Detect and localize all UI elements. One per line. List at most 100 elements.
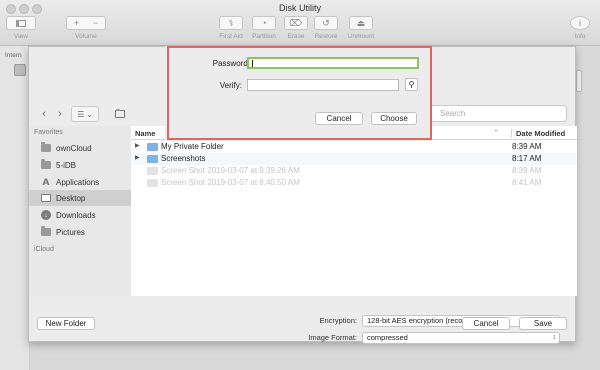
folder-icon [41, 226, 51, 236]
verify-label: Verify: [219, 81, 242, 90]
restore-label: Restore [314, 33, 338, 40]
sidebar-item-desktop[interactable]: Desktop [29, 190, 131, 206]
sidebar-item-label: Applications [56, 177, 100, 187]
info-label: Info [574, 33, 586, 40]
file-row-screenshot-2: Screen Shot 2019-03-07 at 8.40.50 AM 8:4… [131, 177, 577, 189]
restore-button[interactable]: ↺ [314, 16, 338, 30]
favorites-heading: Favorites [34, 129, 63, 136]
unmount-button[interactable]: ⏏ [349, 16, 373, 30]
file-date: 8:41 AM [512, 178, 542, 187]
info-icon: i [579, 18, 581, 28]
folder-icon [147, 155, 158, 163]
password-field[interactable] [247, 57, 419, 69]
verify-field[interactable] [247, 79, 399, 91]
text-caret [252, 60, 253, 67]
sidebar-item-label: 5-iDB [56, 160, 77, 170]
sidebar-item-pictures[interactable]: Pictures [29, 224, 131, 240]
finder-sidebar: Favorites ownCloud 5-iDB 𝗔 Applications … [29, 126, 131, 296]
view-button[interactable] [6, 16, 36, 30]
folder-icon [115, 109, 125, 118]
internal-section-label: Intern [5, 52, 22, 59]
folder-icon [41, 159, 51, 169]
sidebar-item-label: Downloads [56, 210, 96, 220]
image-format-label: Image Format: [308, 333, 357, 342]
first-aid-button[interactable]: ⚕ [219, 16, 243, 30]
disk-icon[interactable] [14, 64, 26, 76]
file-row-screenshots[interactable]: ▶ Screenshots 8:17 AM [131, 153, 577, 165]
key-icon: ⚲ [408, 80, 415, 89]
popup-arrows-icon: ↕ [552, 334, 557, 341]
partition-label: Partition [252, 33, 276, 40]
file-name: Screenshots [161, 154, 206, 163]
view-label: View [14, 33, 28, 40]
sidebar-item-label: Desktop [56, 193, 86, 203]
du-side-panel [576, 70, 582, 92]
list-view-icon: ☰ [77, 109, 85, 119]
forward-button[interactable]: › [53, 106, 67, 122]
image-file-icon [147, 179, 158, 187]
search-input[interactable]: Search [427, 105, 567, 122]
chevron-down-icon: ⌄ [86, 109, 93, 119]
disk-utility-sidebar: Intern [0, 46, 30, 370]
file-date: 8:39 AM [512, 142, 542, 151]
file-name: Screen Shot 2019-03-07 at 8.40.50 AM [161, 178, 300, 187]
window-title: Disk Utility [279, 3, 321, 13]
new-folder-button[interactable]: New Folder [37, 317, 95, 330]
applications-icon: 𝗔 [42, 176, 50, 187]
eject-icon: ⏏ [356, 17, 366, 28]
sidebar-item-owncloud[interactable]: ownCloud [29, 140, 131, 156]
file-date: 8:39 AM [512, 166, 542, 175]
image-file-icon [147, 167, 158, 175]
chevron-right-icon: › [58, 108, 62, 120]
sidebar-item-downloads[interactable]: ↓ Downloads [29, 207, 131, 223]
encryption-label: Encryption: [319, 316, 357, 325]
password-cancel-button[interactable]: Cancel [315, 112, 363, 125]
icloud-heading: iCloud [34, 246, 54, 253]
restore-icon: ↺ [322, 17, 330, 28]
image-format-popup[interactable]: compressed ↕ [362, 332, 560, 344]
disclosure-triangle-icon[interactable]: ▶ [135, 142, 140, 149]
name-column-header[interactable]: Name [135, 129, 155, 138]
remove-volume-button[interactable]: − [93, 18, 98, 28]
disk-utility-toolbar: Disk Utility View + − Volume ⚕ First Aid… [0, 0, 600, 46]
save-button[interactable]: Save [519, 317, 567, 330]
sidebar-item-label: ownCloud [56, 143, 92, 153]
erase-icon: ⌦ [289, 17, 303, 28]
erase-button[interactable]: ⌦ [284, 16, 308, 30]
unmount-label: Unmount [347, 33, 375, 40]
sidebar-item-applications[interactable]: 𝗔 Applications [29, 174, 131, 190]
first-aid-label: First Aid [219, 33, 243, 40]
password-assistant-button[interactable]: ⚲ [405, 78, 418, 91]
choose-button[interactable]: Choose [371, 112, 417, 125]
stethoscope-icon: ⚕ [228, 17, 234, 28]
cancel-button[interactable]: Cancel [462, 317, 510, 330]
partition-button[interactable]: ◔ [252, 16, 276, 30]
pie-icon: ◔ [261, 18, 267, 28]
file-list: Name ⌃ Date Modified ▶ My Private Folder… [131, 126, 577, 296]
folder-icon [147, 143, 158, 151]
sidebar-view-icon [16, 19, 26, 27]
date-column-header[interactable]: Date Modified [511, 129, 565, 138]
info-button[interactable]: i [570, 16, 590, 30]
add-volume-button[interactable]: + [74, 18, 79, 28]
back-button[interactable]: ‹ [37, 106, 51, 122]
sort-icon: ⌃ [493, 128, 500, 137]
search-placeholder: Search [440, 109, 466, 118]
sidebar-item-5-idb[interactable]: 5-iDB [29, 157, 131, 173]
file-row-screenshot-1: Screen Shot 2019-03-07 at 8.39.26 AM 8:3… [131, 165, 577, 177]
password-label: Password: [212, 59, 250, 68]
disclosure-triangle-icon[interactable]: ▶ [135, 154, 140, 161]
file-row-my-private-folder[interactable]: ▶ My Private Folder 8:39 AM [131, 141, 577, 153]
downloads-icon: ↓ [41, 210, 51, 220]
password-dialog: Password: Verify: ⚲ Cancel Choose [165, 46, 432, 141]
sidebar-item-label: Pictures [56, 227, 85, 237]
new-folder-icon-button[interactable] [111, 106, 129, 122]
folder-icon [41, 142, 51, 152]
file-name: Screen Shot 2019-03-07 at 8.39.26 AM [161, 166, 300, 175]
volume-button-group: + − [66, 16, 106, 30]
desktop-icon [41, 194, 51, 202]
volume-label: Volume [75, 33, 97, 40]
view-mode-button[interactable]: ☰ ⌄ [71, 106, 99, 122]
file-date: 8:17 AM [512, 154, 542, 163]
chevron-left-icon: ‹ [42, 108, 46, 120]
